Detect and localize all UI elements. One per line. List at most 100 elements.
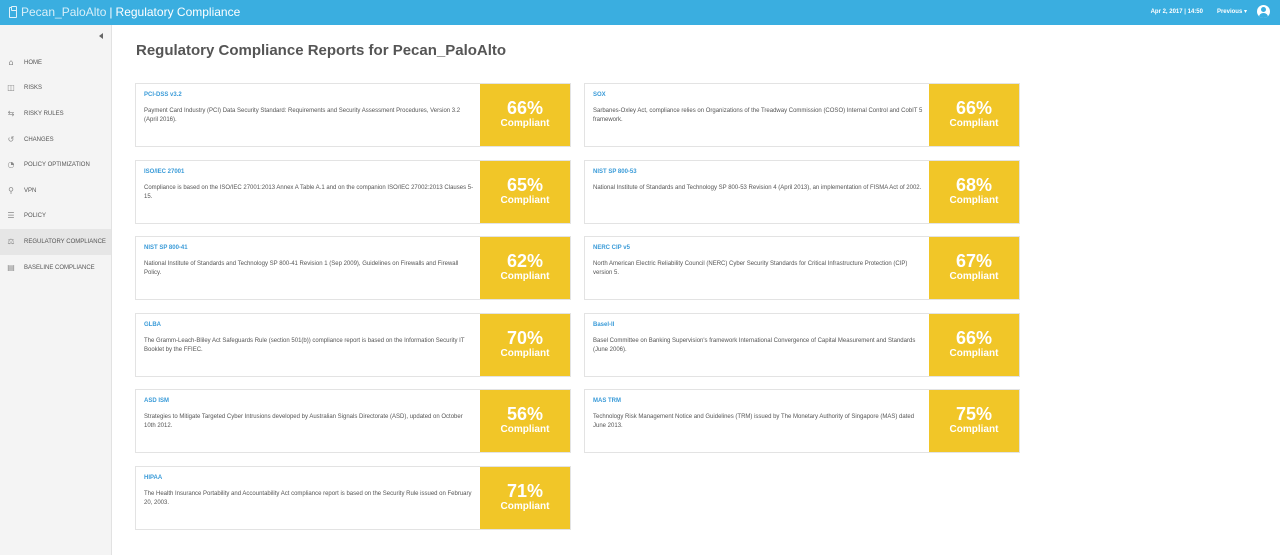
compliance-score[interactable]: 71% Compliant: [480, 467, 570, 529]
sidebar-item-risks[interactable]: ◫ RISKS: [0, 76, 111, 102]
compliance-percent: 75%: [955, 404, 993, 424]
report-card[interactable]: ISO/IEC 27001 Compliance is based on the…: [135, 160, 571, 224]
sidebar-item-label: POLICY OPTIMIZATION: [24, 162, 90, 169]
compliance-score[interactable]: 62% Compliant: [480, 237, 570, 299]
report-name-link[interactable]: MAS TRM: [593, 398, 923, 404]
main-content: Regulatory Compliance Reports for Pecan_…: [112, 25, 1280, 555]
title-separator: |: [109, 5, 113, 19]
compliant-label: Compliant: [500, 195, 550, 206]
compliance-percent: 68%: [955, 175, 993, 195]
report-card[interactable]: GLBA The Gramm-Leach-Bliley Act Safeguar…: [135, 313, 571, 377]
compliance-score[interactable]: 66% Compliant: [480, 84, 570, 146]
compliant-label: Compliant: [949, 348, 999, 359]
header-title: Pecan_PaloAlto | Regulatory Compliance: [9, 4, 240, 21]
baseline-icon: ▤: [7, 262, 15, 272]
sidebar-nav: ⌂ HOME ◫ RISKS ⇆ RISKY RULES ↺ CHANGES ◔ POLI…: [0, 50, 111, 280]
report-card[interactable]: NIST SP 800-41 National Institute of Sta…: [135, 236, 571, 300]
compliance-percent: 65%: [506, 175, 544, 195]
sidebar-item-label: RISKS: [24, 85, 43, 92]
compliance-percent: 67%: [955, 251, 993, 271]
report-name-link[interactable]: ASD ISM: [144, 398, 474, 404]
shield-icon: ◫: [7, 83, 15, 93]
report-info: NIST SP 800-53 National Institute of Sta…: [593, 169, 923, 193]
sidebar-item-label: POLICY: [24, 213, 47, 220]
sidebar-item-regulatory-compliance[interactable]: ⚖ REGULATORY COMPLIANCE: [0, 229, 111, 255]
compliance-score[interactable]: 66% Compliant: [929, 314, 1019, 376]
previous-dropdown[interactable]: Previous ▾: [1217, 8, 1247, 15]
home-icon: ⌂: [8, 57, 14, 67]
report-info: GLBA The Gramm-Leach-Bliley Act Safeguar…: [144, 322, 474, 355]
report-name-link[interactable]: HIPAA: [144, 475, 474, 481]
sidebar-item-policy[interactable]: ☰ POLICY: [0, 204, 111, 230]
report-card[interactable]: PCI-DSS v3.2 Payment Card Industry (PCI)…: [135, 83, 571, 147]
compliance-score[interactable]: 56% Compliant: [480, 390, 570, 452]
report-name-link[interactable]: NIST SP 800-41: [144, 245, 474, 251]
report-card[interactable]: Basel-II Basel Committee on Banking Supe…: [584, 313, 1020, 377]
compliance-score[interactable]: 70% Compliant: [480, 314, 570, 376]
report-card[interactable]: NERC CIP v5 North American Electric Reli…: [584, 236, 1020, 300]
app-name[interactable]: Pecan_PaloAlto: [21, 4, 106, 21]
report-description: Strategies to Mitigate Targeted Cyber In…: [144, 414, 463, 429]
compliance-percent: 66%: [955, 328, 993, 348]
report-info: NIST SP 800-41 National Institute of Sta…: [144, 245, 474, 278]
report-description: Technology Risk Management Notice and Gu…: [593, 414, 915, 429]
sidebar-item-home[interactable]: ⌂ HOME: [0, 50, 111, 76]
report-info: PCI-DSS v3.2 Payment Card Industry (PCI)…: [144, 92, 474, 125]
report-card[interactable]: HIPAA The Health Insurance Portability a…: [135, 466, 571, 530]
report-name-link[interactable]: Basel-II: [593, 322, 923, 328]
sidebar: ⌂ HOME ◫ RISKS ⇆ RISKY RULES ↺ CHANGES ◔ POLI…: [0, 25, 112, 555]
compliant-label: Compliant: [500, 348, 550, 359]
report-name-link[interactable]: SOX: [593, 92, 923, 98]
compliant-label: Compliant: [500, 501, 550, 512]
compliance-percent: 66%: [506, 98, 544, 118]
report-description: Compliance is based on the ISO/IEC 27001…: [144, 185, 474, 200]
report-card[interactable]: SOX Sarbanes-Oxley Act, compliance relie…: [584, 83, 1020, 147]
clipboard-icon: [9, 6, 17, 18]
report-card[interactable]: NIST SP 800-53 National Institute of Sta…: [584, 160, 1020, 224]
report-name-link[interactable]: ISO/IEC 27001: [144, 169, 474, 175]
report-name-link[interactable]: PCI-DSS v3.2: [144, 92, 474, 98]
compliance-score[interactable]: 67% Compliant: [929, 237, 1019, 299]
compliance-score[interactable]: 75% Compliant: [929, 390, 1019, 452]
sidebar-item-policy-optimization[interactable]: ◔ POLICY OPTIMIZATION: [0, 152, 111, 178]
compliance-percent: 66%: [955, 98, 993, 118]
report-description: The Gramm-Leach-Bliley Act Safeguards Ru…: [144, 338, 465, 353]
compliance-percent: 56%: [506, 404, 544, 424]
compliance-score[interactable]: 68% Compliant: [929, 161, 1019, 223]
report-date[interactable]: Apr 2, 2017 | 14:50: [1151, 9, 1203, 15]
report-card[interactable]: MAS TRM Technology Risk Management Notic…: [584, 389, 1020, 453]
report-name-link[interactable]: GLBA: [144, 322, 474, 328]
report-info: NERC CIP v5 North American Electric Reli…: [593, 245, 923, 278]
compliance-score[interactable]: 66% Compliant: [929, 84, 1019, 146]
sidebar-item-risky-rules[interactable]: ⇆ RISKY RULES: [0, 101, 111, 127]
sidebar-item-label: HOME: [24, 59, 42, 66]
report-info: SOX Sarbanes-Oxley Act, compliance relie…: [593, 92, 923, 125]
sidebar-item-label: VPN: [24, 187, 37, 194]
sidebar-item-label: CHANGES: [24, 136, 54, 143]
report-description: Sarbanes-Oxley Act, compliance relies on…: [593, 108, 923, 123]
report-description: Basel Committee on Banking Supervision's…: [593, 338, 916, 353]
report-description: National Institute of Standards and Tech…: [593, 185, 922, 191]
compliance-score[interactable]: 65% Compliant: [480, 161, 570, 223]
compliant-label: Compliant: [500, 424, 550, 435]
compliant-label: Compliant: [949, 271, 999, 282]
compliant-label: Compliant: [949, 195, 999, 206]
compliant-label: Compliant: [500, 271, 550, 282]
sidebar-item-changes[interactable]: ↺ CHANGES: [0, 127, 111, 153]
header-right: Apr 2, 2017 | 14:50 Previous ▾: [1151, 5, 1270, 18]
report-card[interactable]: ASD ISM Strategies to Mitigate Targeted …: [135, 389, 571, 453]
report-name-link[interactable]: NIST SP 800-53: [593, 169, 923, 175]
compliance-percent: 62%: [506, 251, 544, 271]
report-description: National Institute of Standards and Tech…: [144, 261, 459, 276]
page-title: Regulatory Compliance Reports for Pecan_…: [136, 42, 507, 59]
sidebar-item-label: BASELINE COMPLIANCE: [24, 264, 95, 271]
report-info: HIPAA The Health Insurance Portability a…: [144, 475, 474, 508]
user-icon[interactable]: [1257, 5, 1270, 18]
compliant-label: Compliant: [500, 118, 550, 129]
sidebar-item-vpn[interactable]: ⚲ VPN: [0, 178, 111, 204]
sidebar-item-baseline-compliance[interactable]: ▤ BASELINE COMPLIANCE: [0, 255, 111, 281]
report-name-link[interactable]: NERC CIP v5: [593, 245, 923, 251]
collapse-sidebar-icon[interactable]: [99, 33, 103, 39]
report-description: Payment Card Industry (PCI) Data Securit…: [144, 108, 461, 123]
report-info: MAS TRM Technology Risk Management Notic…: [593, 398, 923, 431]
